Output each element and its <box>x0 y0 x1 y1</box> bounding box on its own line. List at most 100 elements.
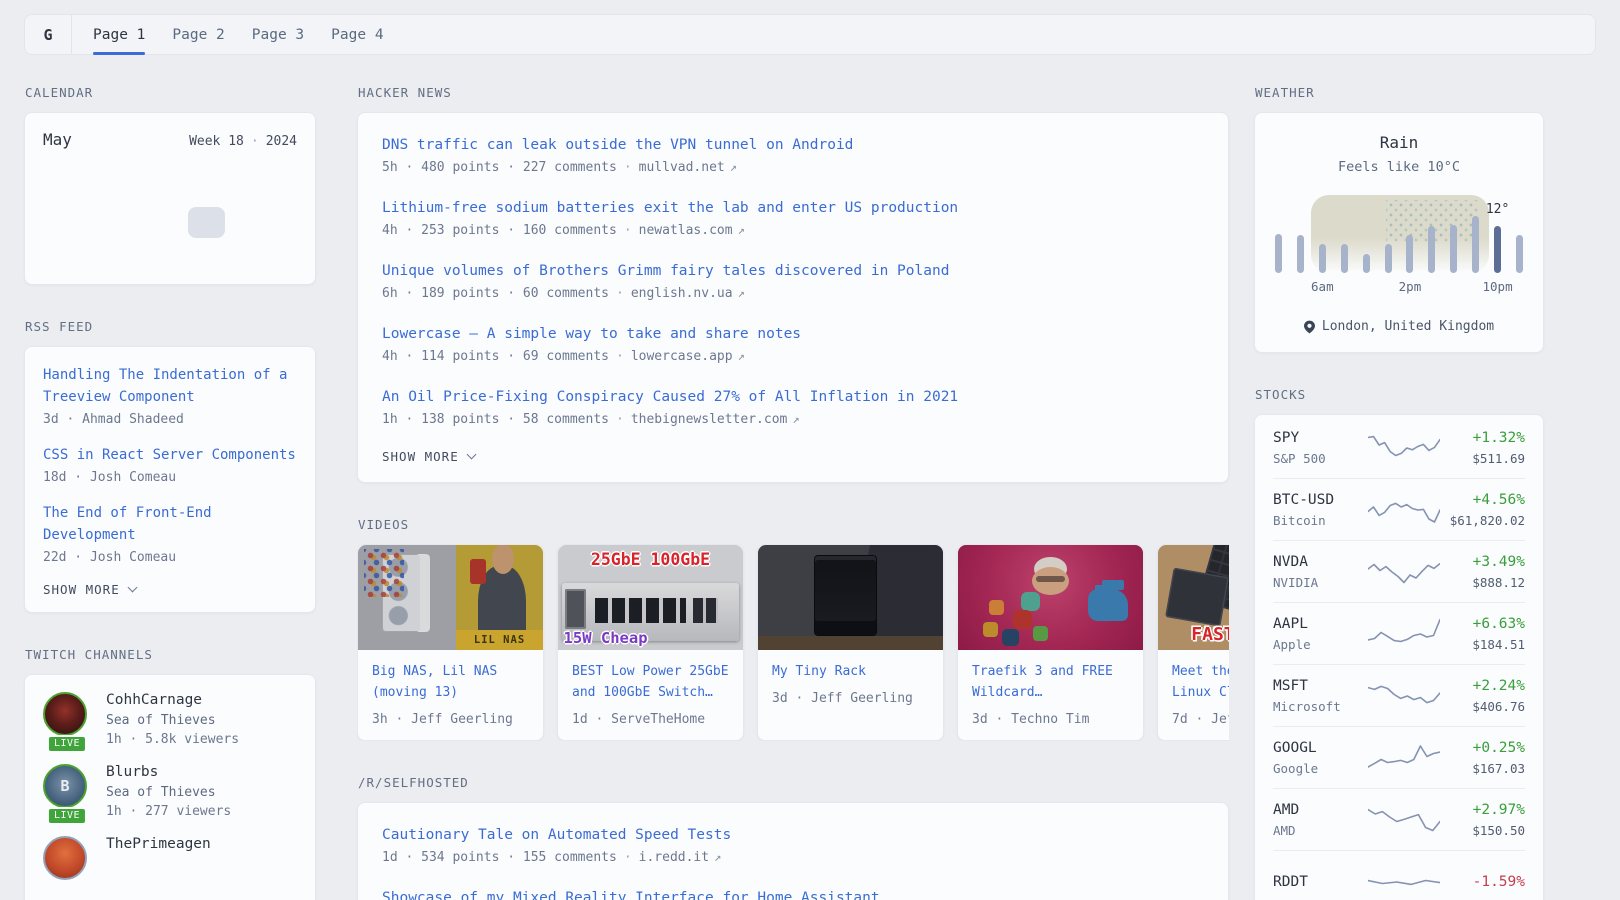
source-link[interactable]: thebignewsletter.com↗ <box>631 412 800 427</box>
stock-price: $167.03 <box>1443 761 1525 776</box>
stock-price: $511.69 <box>1443 451 1525 466</box>
video-card[interactable]: FAST Meet the fastest Linux Cluster 7d ·… <box>1157 544 1229 741</box>
post-title-link[interactable]: DNS traffic can leak outside the VPN tun… <box>382 134 1204 156</box>
weather-section: WEATHER Rain Feels like 10°C 6am2pm10pm1… <box>1254 85 1544 353</box>
video-meta: 1d · ServeTheHome <box>572 712 729 727</box>
rss-section: RSS FEED Handling The Indentation of a T… <box>24 319 316 613</box>
weather-location: London, United Kingdom <box>1275 319 1523 334</box>
video-thumbnail: LIL NAS <box>358 545 543 650</box>
source-link[interactable]: newatlas.com↗ <box>639 223 745 238</box>
video-thumbnail: 25GbE 100GbE 15W Cheap <box>558 545 743 650</box>
chevron-down-icon <box>127 583 137 593</box>
stock-change: +0.25% <box>1443 740 1525 756</box>
hn-show-more-button[interactable]: SHOW MORE <box>382 449 475 464</box>
rss-show-more-button[interactable]: SHOW MORE <box>43 582 136 597</box>
stock-name: Apple <box>1273 637 1365 652</box>
video-card[interactable]: LIL NAS Big NAS, Lil NAS (moving 13) 3h … <box>357 544 544 741</box>
calendar-day <box>152 240 189 271</box>
post-title-link[interactable]: Lowercase – A simple way to take and sha… <box>382 323 1204 345</box>
weather-bar <box>1275 213 1282 273</box>
page-tab[interactable]: Page 4 <box>331 15 383 54</box>
external-link-icon: ↗ <box>738 223 745 237</box>
source-link[interactable]: mullvad.net↗ <box>639 160 737 175</box>
stock-name: AMD <box>1273 823 1365 838</box>
thumbnail-text: FAST <box>1191 624 1229 645</box>
calendar-day <box>152 174 189 205</box>
video-meta: 3h · Jeff Geerling <box>372 712 529 727</box>
rss-item-title-link[interactable]: The End of Front-End Development <box>43 502 297 546</box>
stock-row[interactable]: BTC-USD Bitcoin +4.56% $61,820.02 <box>1273 478 1525 540</box>
stock-change: +6.63% <box>1443 616 1525 632</box>
stock-sparkline <box>1368 740 1440 776</box>
calendar-day <box>115 240 152 271</box>
rss-item: CSS in React Server Components 18d · Jos… <box>43 444 297 485</box>
weather-bar <box>1428 213 1435 273</box>
twitch-channel-row[interactable]: B LIVE Blurbs Sea of Thieves 1h · 277 vi… <box>43 764 297 819</box>
stock-row[interactable]: AMD AMD +2.97% $150.50 <box>1273 788 1525 850</box>
calendar-day <box>41 174 78 205</box>
stock-row[interactable]: RDDT -1.59% <box>1273 850 1525 900</box>
stock-row[interactable]: NVDA NVIDIA +3.49% $888.12 <box>1273 540 1525 602</box>
stocks-section-title: STOCKS <box>1255 387 1544 402</box>
rss-item: Handling The Indentation of a Treeview C… <box>43 364 297 427</box>
stock-change: +2.24% <box>1443 678 1525 694</box>
video-card[interactable]: My Tiny Rack 3d · Jeff Geerling <box>757 544 944 741</box>
channel-game: Sea of Thieves <box>106 713 239 728</box>
post-title-link[interactable]: Showcase of my Mixed Reality Interface f… <box>382 887 1204 900</box>
calendar-weekday-row <box>41 159 299 173</box>
post-title-link[interactable]: Unique volumes of Brothers Grimm fairy t… <box>382 260 1204 282</box>
stock-price: $61,820.02 <box>1443 513 1525 528</box>
weather-bar <box>1297 213 1304 273</box>
post-title-link[interactable]: An Oil Price-Fixing Conspiracy Caused 27… <box>382 386 1204 408</box>
calendar-day <box>115 174 152 205</box>
page-tab[interactable]: Page 2 <box>172 15 224 54</box>
stock-change: +3.49% <box>1443 554 1525 570</box>
calendar-days-grid <box>41 173 299 272</box>
video-title: BEST Low Power 25GbE and 100GbE Switch… <box>572 661 729 703</box>
twitch-channel-row[interactable]: LIVE CohhCarnage Sea of Thieves 1h · 5.8… <box>43 692 297 747</box>
live-badge: LIVE <box>47 807 87 825</box>
rss-item-title-link[interactable]: CSS in React Server Components <box>43 444 297 466</box>
post-title-link[interactable]: Cautionary Tale on Automated Speed Tests <box>382 824 1204 846</box>
news-item: Unique volumes of Brothers Grimm fairy t… <box>382 260 1204 301</box>
source-link[interactable]: english.nv.ua↗ <box>631 286 745 301</box>
twitch-channel-row[interactable]: ThePrimeagen <box>43 836 297 880</box>
source-link[interactable]: i.redd.it↗ <box>639 850 722 865</box>
weather-widget: Rain Feels like 10°C 6am2pm10pm12° Londo… <box>1254 112 1544 353</box>
stock-sparkline <box>1368 678 1440 714</box>
rss-item-title-link[interactable]: Handling The Indentation of a Treeview C… <box>43 364 297 408</box>
stock-row[interactable]: GOOGL Google +0.25% $167.03 <box>1273 726 1525 788</box>
external-link-icon: ↗ <box>714 850 721 864</box>
stock-change: +4.56% <box>1443 492 1525 508</box>
stock-name: NVIDIA <box>1273 575 1365 590</box>
news-item: An Oil Price-Fixing Conspiracy Caused 27… <box>382 386 1204 427</box>
stock-row[interactable]: SPY S&P 500 +1.32% $511.69 <box>1273 417 1525 478</box>
video-card[interactable]: Traefik 3 and FREE Wildcard… 3d · Techno… <box>957 544 1144 741</box>
video-card[interactable]: 25GbE 100GbE 15W Cheap BEST Low Power 25… <box>557 544 744 741</box>
calendar-section-title: CALENDAR <box>25 85 316 100</box>
stock-row[interactable]: AAPL Apple +6.63% $184.51 <box>1273 602 1525 664</box>
calendar-day <box>78 174 115 205</box>
videos-section-title: VIDEOS <box>358 517 1229 532</box>
calendar-day <box>188 207 225 238</box>
video-thumbnail: FAST <box>1158 545 1229 650</box>
post-meta: 4h · 253 points · 160 comments·newatlas.… <box>382 223 1204 238</box>
news-item: DNS traffic can leak outside the VPN tun… <box>382 134 1204 175</box>
weather-bar <box>1472 213 1479 273</box>
calendar-day <box>225 207 262 238</box>
source-link[interactable]: lowercase.app↗ <box>631 349 745 364</box>
weekday-label <box>188 159 225 173</box>
video-thumbnail <box>958 545 1143 650</box>
weekday-label <box>78 159 115 173</box>
page-tab[interactable]: Page 1 <box>93 15 145 54</box>
page-tab[interactable]: Page 3 <box>252 15 304 54</box>
stock-change: -1.59% <box>1443 874 1525 890</box>
reddit-post: Cautionary Tale on Automated Speed Tests… <box>382 824 1204 865</box>
external-link-icon: ↗ <box>738 349 745 363</box>
calendar-section: CALENDAR May Week 18·2024 <box>24 85 316 285</box>
stock-row[interactable]: MSFT Microsoft +2.24% $406.76 <box>1273 664 1525 726</box>
weekday-label <box>41 159 78 173</box>
post-meta: 4h · 114 points · 69 comments·lowercase.… <box>382 349 1204 364</box>
weather-condition: Rain <box>1275 133 1523 152</box>
post-title-link[interactable]: Lithium-free sodium batteries exit the l… <box>382 197 1204 219</box>
